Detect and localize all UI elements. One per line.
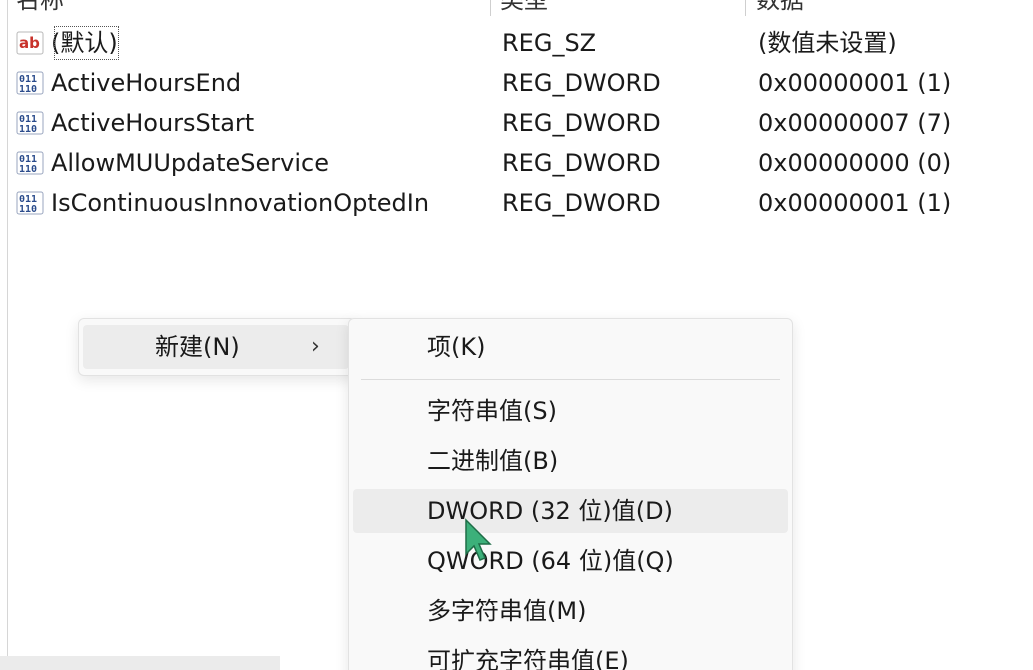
submenu-item-string-value[interactable]: 字符串值(S) [353, 389, 788, 433]
value-type: REG_DWORD [502, 69, 661, 97]
table-row[interactable]: 011 110 ActiveHoursEnd REG_DWORD 0x00000… [8, 63, 1033, 103]
menu-item-label: 可扩充字符串值(E) [427, 647, 629, 670]
string-value-icon: ab [16, 30, 44, 56]
value-data: 0x00000007 (7) [758, 109, 952, 137]
binary-value-icon: 011 110 [16, 190, 44, 216]
column-header-data[interactable]: 数据 [756, 0, 804, 14]
column-header-name[interactable]: 名称 [16, 0, 64, 14]
menu-item-label: 二进制值(B) [427, 447, 559, 475]
value-name: AllowMUUpdateService [51, 149, 329, 177]
value-name: (默认) [51, 23, 122, 63]
value-name: IsContinuousInnovationOptedIn [51, 189, 430, 217]
mouse-cursor-icon [464, 518, 494, 568]
svg-text:110: 110 [19, 84, 37, 95]
value-name: ActiveHoursStart [51, 109, 255, 137]
submenu-item-key[interactable]: 项(K) [353, 325, 788, 369]
value-type: REG_SZ [502, 29, 597, 57]
table-row[interactable]: 011 110 ActiveHoursStart REG_DWORD 0x000… [8, 103, 1033, 143]
column-header-type[interactable]: 类型 [500, 0, 548, 14]
table-row[interactable]: 011 110 IsContinuousInnovationOptedIn RE… [8, 183, 1033, 223]
submenu-item-binary-value[interactable]: 二进制值(B) [353, 439, 788, 483]
binary-value-icon: 011 110 [16, 150, 44, 176]
value-type: REG_DWORD [502, 149, 661, 177]
menu-item-label: 字符串值(S) [427, 397, 557, 425]
submenu-item-dword-value[interactable]: DWORD (32 位)值(D) [353, 489, 788, 533]
binary-value-icon: 011 110 [16, 110, 44, 136]
value-data: 0x00000001 (1) [758, 69, 952, 97]
value-data: (数值未设置) [758, 29, 897, 57]
menu-item-label: 多字符串值(M) [427, 597, 587, 625]
menu-item-label: 项(K) [427, 333, 486, 361]
svg-text:110: 110 [19, 164, 37, 175]
context-menu: 新建(N) › [78, 318, 356, 376]
submenu-item-expandable-string-value[interactable]: 可扩充字符串值(E) [353, 639, 788, 670]
value-name: ActiveHoursEnd [51, 69, 242, 97]
table-row[interactable]: 011 110 AllowMUUpdateService REG_DWORD 0… [8, 143, 1033, 183]
menu-separator [361, 379, 780, 380]
value-type: REG_DWORD [502, 109, 661, 137]
svg-text:ab: ab [19, 34, 40, 52]
value-data: 0x00000001 (1) [758, 189, 952, 217]
table-row[interactable]: ab (默认) REG_SZ (数值未设置) [8, 23, 1033, 63]
submenu-item-qword-value[interactable]: QWORD (64 位)值(Q) [353, 539, 788, 583]
chevron-right-icon: › [311, 334, 320, 359]
menu-item-new[interactable]: 新建(N) [83, 325, 349, 369]
svg-text:110: 110 [19, 124, 37, 135]
status-area [0, 656, 280, 670]
registry-editor-value-pane: 名称 类型 数据 ab (默认) REG_SZ (数值未设置) 011 110 … [0, 0, 1033, 670]
submenu-item-multi-string-value[interactable]: 多字符串值(M) [353, 589, 788, 633]
column-divider[interactable] [490, 0, 491, 16]
value-data: 0x00000000 (0) [758, 149, 952, 177]
svg-text:110: 110 [19, 204, 37, 215]
binary-value-icon: 011 110 [16, 70, 44, 96]
menu-item-label: 新建(N) [155, 333, 240, 361]
new-submenu: 项(K) 字符串值(S) 二进制值(B) DWORD (32 位)值(D) QW… [348, 318, 793, 670]
column-divider[interactable] [745, 0, 746, 16]
value-type: REG_DWORD [502, 189, 661, 217]
